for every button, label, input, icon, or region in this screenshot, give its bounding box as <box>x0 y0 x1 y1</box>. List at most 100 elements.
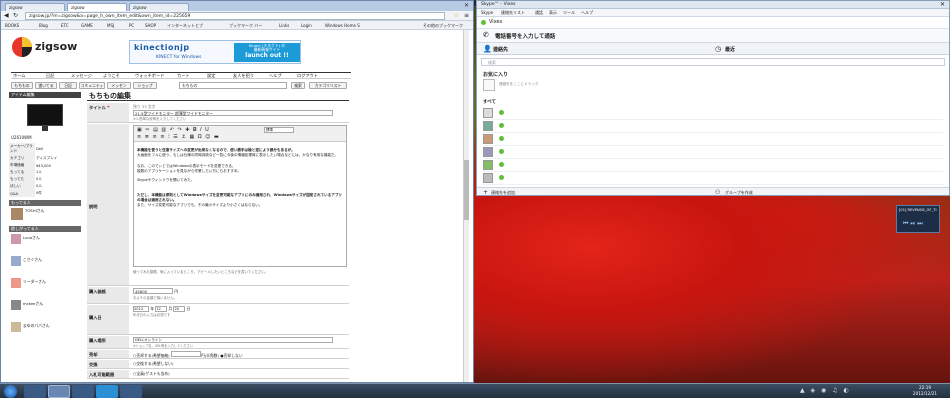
bookmark[interactable]: PC <box>129 22 134 29</box>
nav-item[interactable]: メッセージ <box>71 73 92 79</box>
close-icon[interactable]: ✕ <box>464 2 469 9</box>
contact-row[interactable] <box>483 107 943 120</box>
tab-recent[interactable]: 最近 <box>725 46 735 53</box>
menu-item[interactable]: ヘルプ <box>581 10 593 16</box>
add-contact-button[interactable]: 連絡先を追加 <box>491 190 515 195</box>
contact-row[interactable] <box>483 120 943 133</box>
public-option[interactable]: 全員(ゲストも含め) <box>136 371 169 376</box>
browser-tab-active[interactable]: zigsow <box>67 3 127 11</box>
start-button[interactable] <box>4 385 17 398</box>
nav-item[interactable]: 日記 <box>46 73 54 79</box>
nav-item[interactable]: ウォッチボード <box>135 73 164 79</box>
contact-row[interactable] <box>483 172 943 185</box>
nav-item[interactable]: ヘルプ <box>269 73 282 79</box>
back-icon[interactable]: ◀ <box>4 12 9 19</box>
format-icons[interactable]: ▣ ✂ ▤ ▥ ↶ ↷ ✚ 𝐁 𝐼 U <box>137 127 210 133</box>
bookmark[interactable]: BOOKS <box>5 22 19 29</box>
taskbar-explorer-icon[interactable] <box>24 385 46 398</box>
nav-item[interactable]: ようこそ <box>103 73 120 79</box>
bookmark[interactable]: SHOP <box>145 22 156 29</box>
wanters-list: Lunoさん こさぐさん リーダーさん mckeeさん まゆのパパさん <box>9 232 81 362</box>
nav-item[interactable]: ログアウト <box>297 73 318 79</box>
user-link[interactable]: Lunoさん <box>23 235 40 241</box>
nav-item[interactable]: ホーム <box>13 73 25 79</box>
search-button[interactable]: 検索 <box>291 82 305 89</box>
align-icons[interactable]: ≡ ≣ ≡ ≡ ⁝ ☰ ⚓ ▦ Ω ☺ ▬ <box>137 134 220 140</box>
sale-option[interactable]: 売却する(希望価格) <box>136 353 169 358</box>
user-link[interactable]: こさぐさん <box>23 257 42 263</box>
media-widget[interactable]: [01] REVENGE_OF_TI ⏮⏯⏭ <box>896 205 940 233</box>
search-select[interactable]: もちもの <box>179 82 287 89</box>
day-select[interactable]: 20 <box>173 306 186 312</box>
nav-item[interactable]: 友人を招う <box>233 73 254 79</box>
site-logo[interactable]: zigsow <box>11 36 77 60</box>
taskbar-chrome-icon[interactable] <box>48 385 70 398</box>
user-link[interactable]: リーダーさん <box>23 279 46 285</box>
nosale-option[interactable]: 売却しない <box>224 353 243 358</box>
subnav-button[interactable]: メッセン <box>107 82 131 89</box>
price-input[interactable]: 45800 <box>133 288 173 294</box>
editor-content[interactable]: 本機能を使うと任意サイズへの変更が出来なくなるので、使い勝手は極と逆によう部分も… <box>134 142 346 210</box>
owner-entry[interactable]: TOSHIさん <box>9 206 81 226</box>
playback-icons[interactable]: ⏮⏯⏭ <box>903 220 925 228</box>
bookmark[interactable]: Links <box>279 22 289 29</box>
subnav-button[interactable]: 書いてる <box>35 82 57 89</box>
url-input[interactable]: zigsow.jp/?m=zigsow&a=page_h_own_item_ed… <box>25 12 445 20</box>
create-group-button[interactable]: グループを作成 <box>725 190 753 195</box>
scrollbar[interactable] <box>463 30 469 382</box>
menu-item[interactable]: 連絡先リスト <box>501 10 525 16</box>
bookmark[interactable]: Windows Home S <box>325 22 360 29</box>
rich-text-editor[interactable]: ▣ ✂ ▤ ▥ ↶ ↷ ✚ 𝐁 𝐼 U 標準 ≡ ≣ ≡ ≡ ⁝ ☰ ⚓ ▦ Ω… <box>133 125 347 267</box>
nav-item[interactable]: 設定 <box>207 73 215 79</box>
bookmark[interactable]: ブックマーク バー <box>229 22 262 29</box>
date-row: 購入日 2012 年 12 月 20 日 年月日の入力は必須です <box>87 305 349 335</box>
contact-search[interactable]: 検索 <box>481 58 945 66</box>
call-bar[interactable]: ✆ 電話番号を入力して通話 <box>477 29 949 43</box>
tab-bar: zigsow zigsow zigsow ✕ <box>1 1 473 11</box>
description-row: 説明 ▣ ✂ ▤ ▥ ↶ ↷ ✚ 𝐁 𝐼 U 標準 ≡ ≣ ≡ ≡ ⁝ ☰ ⚓ … <box>87 124 349 286</box>
subnav-button[interactable]: 日記 <box>59 82 77 89</box>
clock[interactable]: 22:19 2012/12/21 <box>910 385 940 397</box>
menu-item[interactable]: Skype <box>481 10 493 15</box>
menu-item[interactable]: ツール <box>563 10 575 16</box>
browser-tab[interactable]: zigsow <box>129 3 189 11</box>
contact-row[interactable] <box>483 159 943 172</box>
category-list-button[interactable]: カテゴリリスト <box>309 82 347 89</box>
bookmark[interactable]: インターネットとブ <box>167 22 203 29</box>
reload-icon[interactable]: ↻ <box>13 12 18 19</box>
bookmark[interactable]: Login <box>301 22 312 29</box>
style-select[interactable]: 標準 <box>264 127 294 133</box>
kinect-banner[interactable]: kinectionjp KINECT for Windows Kinect (キ… <box>129 40 301 64</box>
banner-subtitle: KINECT for Windows <box>156 55 202 60</box>
banner-cta: launch out !! <box>245 52 289 59</box>
menu-icon[interactable]: ≡ <box>464 12 469 19</box>
subnav-button[interactable]: もちもの <box>11 82 33 89</box>
taskbar-app-icon[interactable] <box>120 385 142 398</box>
trade-option[interactable]: 交換する(希望しない) <box>136 361 173 366</box>
bookmark[interactable]: Blog <box>39 22 48 29</box>
user-link[interactable]: まゆのパパさん <box>23 323 50 329</box>
taskbar-skype-icon[interactable] <box>96 385 118 398</box>
menu-item[interactable]: 表示 <box>549 10 557 16</box>
tray-icons[interactable]: ▲ ◈ ◉ ♫ ◐ <box>800 387 851 394</box>
bookmark[interactable]: MSJ <box>107 22 114 29</box>
contact-row[interactable] <box>483 133 943 146</box>
nav-item[interactable]: カート <box>177 73 190 79</box>
all-header[interactable]: すべて <box>483 99 496 105</box>
description-label: 説明 <box>87 124 129 285</box>
tab-contacts[interactable]: 連絡先 <box>493 46 508 53</box>
bookmark[interactable]: その他のブックマーク <box>423 22 463 29</box>
browser-tab[interactable]: zigsow <box>5 3 65 11</box>
bookmark[interactable]: GAME <box>81 22 93 29</box>
contact-row[interactable] <box>483 146 943 159</box>
skype-user-bar[interactable]: Vixes <box>477 17 949 29</box>
taskbar-app-icon[interactable] <box>72 385 94 398</box>
item-name[interactable]: U2610WM <box>9 134 81 141</box>
menu-item[interactable]: 通話 <box>535 10 543 16</box>
star-icon[interactable]: ☆ <box>454 12 459 19</box>
close-icon[interactable]: ✕ <box>940 1 945 8</box>
user-link[interactable]: mckeeさん <box>23 301 43 307</box>
subnav-button[interactable]: コミュニティ <box>79 82 105 89</box>
subnav-button[interactable]: ショップ <box>133 82 157 89</box>
bookmark[interactable]: ETC <box>61 22 69 29</box>
